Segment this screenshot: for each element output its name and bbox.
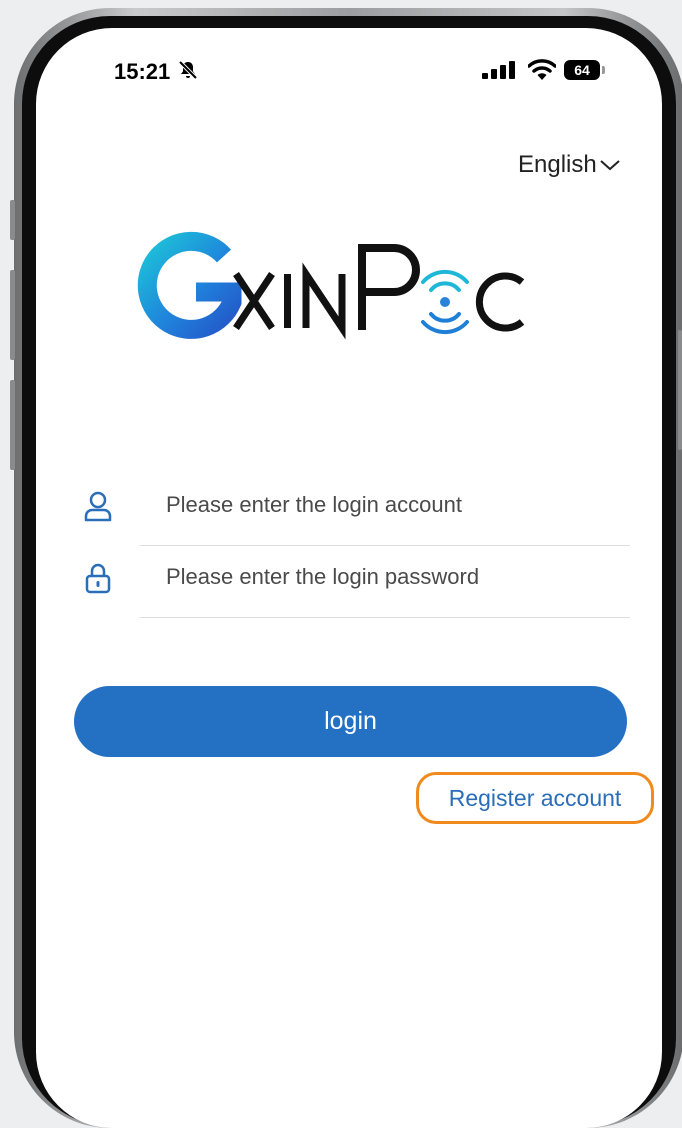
login-button[interactable]: login	[74, 686, 627, 757]
volume-up-button	[10, 270, 15, 360]
language-label: English	[518, 151, 597, 178]
mute-switch	[10, 200, 15, 240]
bell-slash-icon	[177, 59, 199, 86]
status-time: 15:21	[114, 59, 171, 84]
app-logo	[132, 218, 572, 363]
battery-tip	[602, 66, 605, 74]
register-account-label: Register account	[448, 784, 622, 811]
password-input[interactable]: Please enter the login password	[166, 564, 479, 590]
wifi-icon	[527, 59, 557, 86]
user-icon	[82, 490, 114, 527]
password-field[interactable]: Please enter the login password	[74, 546, 630, 618]
app-screen: 15:21 64 English Please enter the login …	[36, 28, 662, 1128]
battery-icon: 64	[564, 60, 600, 80]
language-selector[interactable]: English	[518, 151, 621, 179]
register-account-link[interactable]: Register account	[416, 772, 654, 824]
power-button	[678, 330, 682, 450]
account-input[interactable]: Please enter the login account	[166, 492, 462, 518]
chevron-down-icon	[599, 151, 621, 179]
account-field[interactable]: Please enter the login account	[74, 474, 630, 546]
lock-icon	[82, 562, 114, 599]
volume-down-button	[10, 380, 15, 470]
signal-icon	[482, 61, 516, 84]
password-underline	[140, 617, 630, 618]
